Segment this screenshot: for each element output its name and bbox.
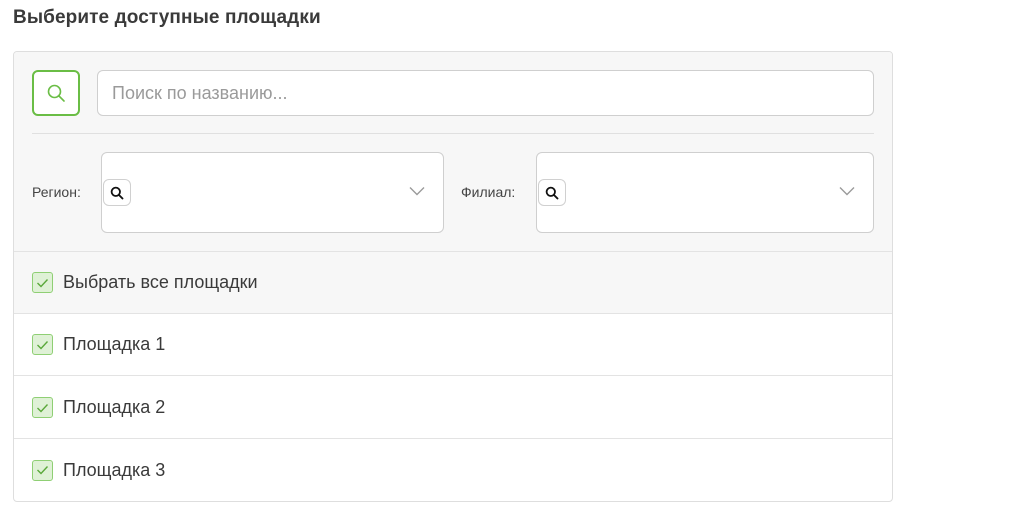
site-row[interactable]: Площадка 1 <box>14 314 892 376</box>
chevron-down-icon[interactable] <box>839 186 855 196</box>
search-icon <box>545 186 559 199</box>
branch-select[interactable] <box>536 152 874 233</box>
check-icon <box>37 466 49 475</box>
site-row[interactable]: Площадка 2 <box>14 377 892 439</box>
branch-search-button[interactable] <box>538 179 566 206</box>
site-checkbox[interactable] <box>32 334 53 355</box>
search-button[interactable] <box>32 70 80 116</box>
divider <box>32 133 874 134</box>
check-icon <box>37 340 49 350</box>
select-all-checkbox[interactable] <box>32 272 53 293</box>
select-all-row[interactable]: Выбрать все площадки <box>14 252 892 314</box>
site-checkbox[interactable] <box>32 459 53 481</box>
check-icon <box>37 403 49 413</box>
select-all-label: Выбрать все площадки <box>63 272 258 292</box>
filters-area: Регион: Филиал: <box>14 52 892 252</box>
site-label: Площадка 2 <box>63 397 166 417</box>
search-input[interactable] <box>97 70 874 116</box>
region-select[interactable] <box>101 152 444 233</box>
site-checkbox[interactable] <box>32 397 53 418</box>
chevron-down-icon[interactable] <box>409 186 425 196</box>
region-search-button[interactable] <box>103 179 131 206</box>
page-title: Выберите доступные площадки <box>13 7 321 28</box>
branch-label: Филиал: <box>461 184 516 200</box>
check-icon <box>37 278 49 288</box>
site-label: Площадка 1 <box>63 334 166 354</box>
search-icon <box>47 84 65 102</box>
site-label: Площадка 3 <box>63 459 166 480</box>
search-icon <box>110 186 124 199</box>
region-label: Регион: <box>32 184 81 200</box>
site-row[interactable]: Площадка 3 <box>14 439 892 501</box>
site-selection-panel: Регион: Филиал: <box>13 51 893 502</box>
